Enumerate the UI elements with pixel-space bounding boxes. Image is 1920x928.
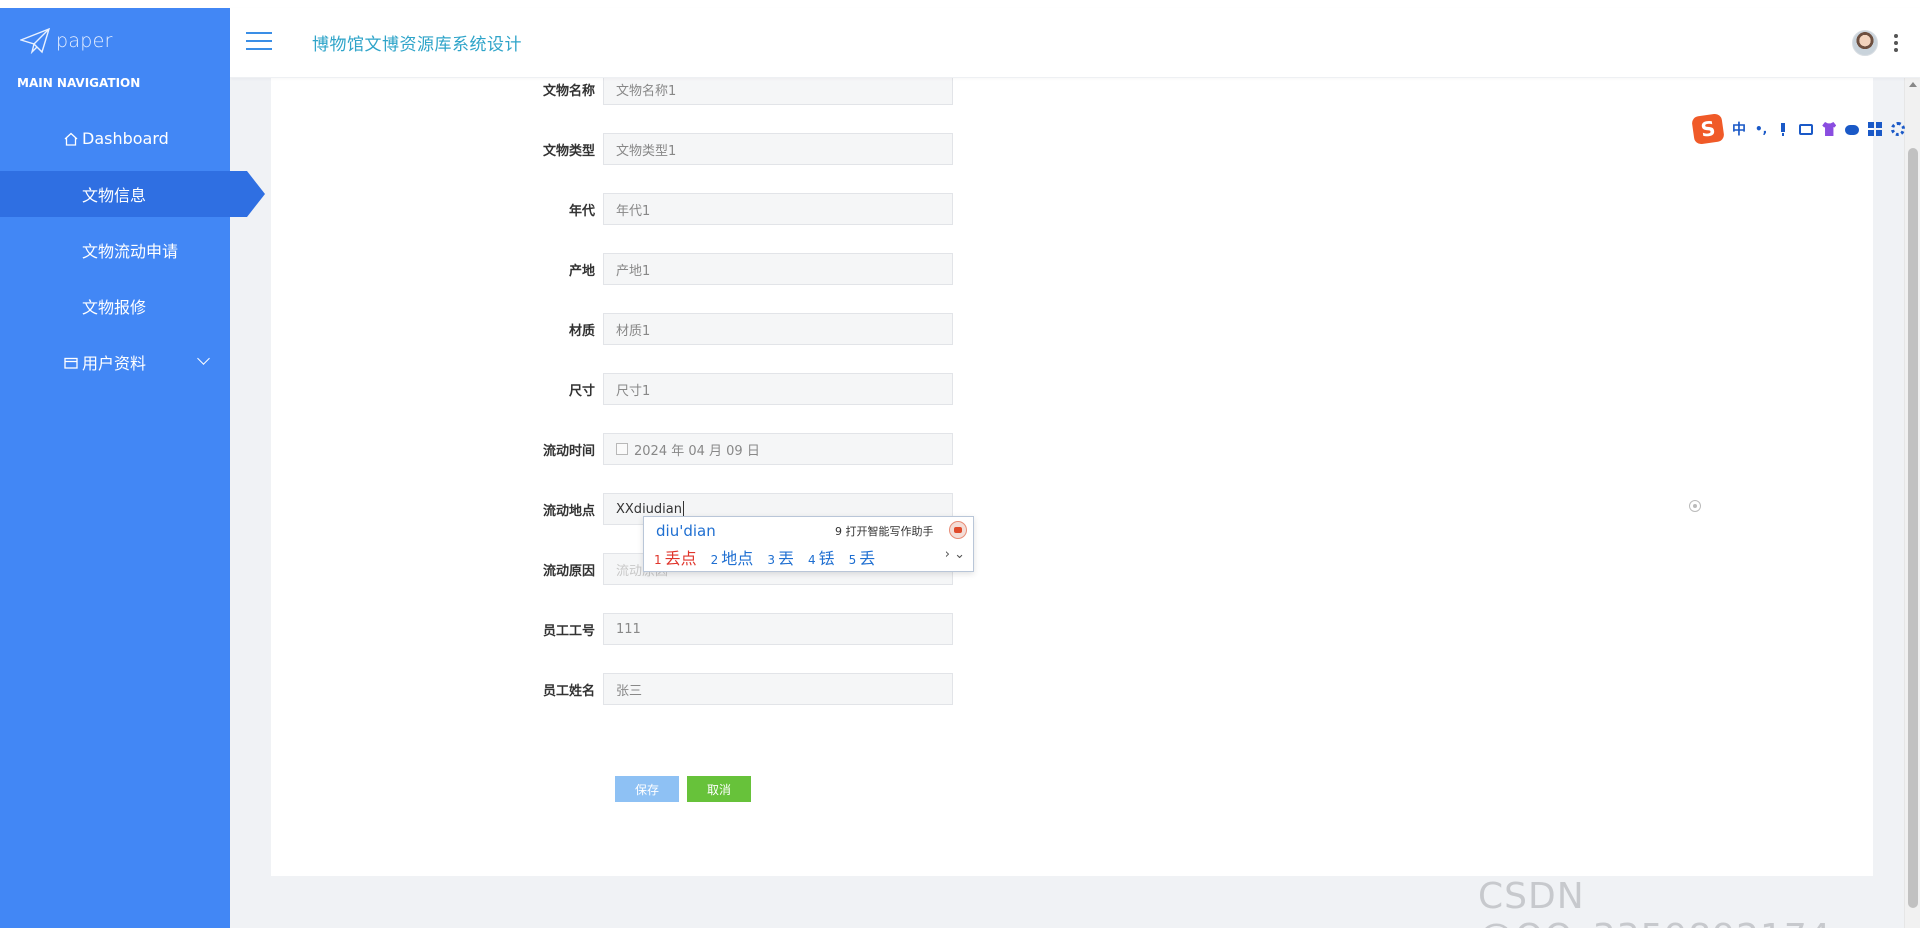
avatar[interactable] <box>1852 30 1878 56</box>
field-label: 文物类型 <box>542 143 595 159</box>
form-row-flow-time: 流动时间 2024 年 04 月 09 日 <box>500 433 953 465</box>
grid-icon <box>64 187 78 201</box>
watermark: CSDN @QQ_3359892174 <box>1478 876 1831 928</box>
field-label: 流动地点 <box>542 503 595 519</box>
sidebar-item-user-profile[interactable]: 用户资料 <box>0 334 230 390</box>
form-row-staff-id: 员工工号 111 <box>500 613 953 645</box>
cancel-button[interactable]: 取消 <box>687 776 751 802</box>
gamepad-icon[interactable] <box>1845 125 1860 135</box>
settings-icon[interactable] <box>1891 122 1906 136</box>
ime-assistant-icon[interactable] <box>949 521 967 539</box>
form-row-material: 材质 材质1 <box>500 313 953 345</box>
form-row-staff-name: 员工姓名 张三 <box>500 673 953 705</box>
paper-plane-icon <box>20 28 50 54</box>
form-row-size: 尺寸 尺寸1 <box>500 373 953 405</box>
sidebar-item-label: 文物信息 <box>82 186 147 205</box>
page-title: 博物馆文博资源库系统设计 <box>312 35 522 55</box>
field-label: 员工姓名 <box>542 683 595 699</box>
sidebar-item-label: 文物流动申请 <box>82 242 179 261</box>
menu-toggle-icon[interactable] <box>246 32 272 52</box>
chevron-down-icon[interactable] <box>197 352 210 365</box>
skin-icon[interactable] <box>1822 122 1837 136</box>
ime-toolbar: S 中 •, <box>1691 113 1906 145</box>
form-row-type: 文物类型 文物类型1 <box>500 133 953 165</box>
ime-pinyin-text: diu'dian <box>656 522 716 540</box>
target-icon[interactable] <box>1689 500 1701 512</box>
input-value: XXdiudian <box>616 501 682 517</box>
sidebar-item-dashboard[interactable]: Dashboard <box>0 110 230 166</box>
sidebar-item-label: 文物报修 <box>82 298 147 317</box>
ime-candidate[interactable]: 3丟 <box>767 545 794 569</box>
field-label: 员工工号 <box>542 623 595 639</box>
ime-punct-toggle[interactable]: •, <box>1755 122 1767 136</box>
ime-mode-toggle[interactable]: 中 <box>1732 119 1746 139</box>
era-input[interactable]: 年代1 <box>603 193 953 225</box>
scroll-thumb[interactable] <box>1908 148 1918 908</box>
sidebar-item-label: Dashboard <box>82 128 169 148</box>
ime-candidate[interactable]: 1 丢点 <box>654 545 697 569</box>
save-button[interactable]: 保存 <box>615 776 679 802</box>
page-scrollbar[interactable] <box>1904 78 1920 928</box>
ime-candidate[interactable]: 5丢 <box>849 545 876 569</box>
origin-input[interactable]: 产地1 <box>603 253 953 285</box>
scroll-up-icon[interactable] <box>1909 82 1917 87</box>
artifact-type-input[interactable]: 文物类型1 <box>603 133 953 165</box>
field-label: 流动时间 <box>542 443 595 459</box>
calendar-icon <box>616 443 628 455</box>
date-value: 2024 年 04 月 09 日 <box>634 443 760 459</box>
brand[interactable]: paper <box>0 8 230 74</box>
ime-page-next-icon[interactable]: › ⌄ <box>945 547 965 562</box>
sidebar-item-label: 用户资料 <box>82 354 147 373</box>
sidebar: paper MAIN NAVIGATION Dashboard 文物信息 文物流… <box>0 8 265 928</box>
form-row-era: 年代 年代1 <box>500 193 953 225</box>
staff-id-input[interactable]: 111 <box>603 613 953 645</box>
field-label: 流动原因 <box>542 563 595 579</box>
sidebar-item-artifact-info[interactable]: 文物信息 <box>0 171 265 217</box>
ime-candidate[interactable]: 4铥 <box>808 545 835 569</box>
brand-name: paper <box>56 30 113 52</box>
field-label: 尺寸 <box>568 383 595 399</box>
more-options-icon[interactable] <box>1894 34 1898 52</box>
text-caret <box>682 501 684 517</box>
field-label: 文物名称 <box>542 83 595 99</box>
field-label: 材质 <box>568 323 595 339</box>
grid-icon <box>64 243 78 257</box>
toolbox-icon[interactable] <box>1868 122 1883 136</box>
form-row-origin: 产地 产地1 <box>500 253 953 285</box>
keyboard-icon[interactable] <box>1799 124 1814 135</box>
size-input[interactable]: 尺寸1 <box>603 373 953 405</box>
nav-caption: MAIN NAVIGATION <box>17 76 141 90</box>
sidebar-item-artifact-repair[interactable]: 文物报修 <box>0 278 230 334</box>
ime-candidate-popup: diu'dian 9 打开智能写作助手 1 丢点 2 地点 3丟 4铥 5丢 › ⌄ <box>643 516 974 572</box>
ime-writing-assistant-link[interactable]: 9 打开智能写作助手 <box>835 523 934 539</box>
field-label: 产地 <box>568 263 595 279</box>
staff-name-input[interactable]: 张三 <box>603 673 953 705</box>
sogou-logo-icon[interactable]: S <box>1691 113 1725 145</box>
home-icon <box>64 131 78 146</box>
top-header: 博物馆文博资源库系统设计 <box>230 8 1920 78</box>
sidebar-item-artifact-flow[interactable]: 文物流动申请 <box>0 222 230 278</box>
ime-candidate[interactable]: 2 地点 <box>711 545 754 569</box>
ime-candidate-list: 1 丢点 2 地点 3丟 4铥 5丢 <box>654 545 875 569</box>
microphone-icon[interactable] <box>1776 122 1791 136</box>
card-icon <box>64 355 78 369</box>
flow-time-datepicker[interactable]: 2024 年 04 月 09 日 <box>603 433 953 465</box>
material-input[interactable]: 材质1 <box>603 313 953 345</box>
field-label: 年代 <box>568 203 595 219</box>
grid-icon <box>64 299 78 313</box>
